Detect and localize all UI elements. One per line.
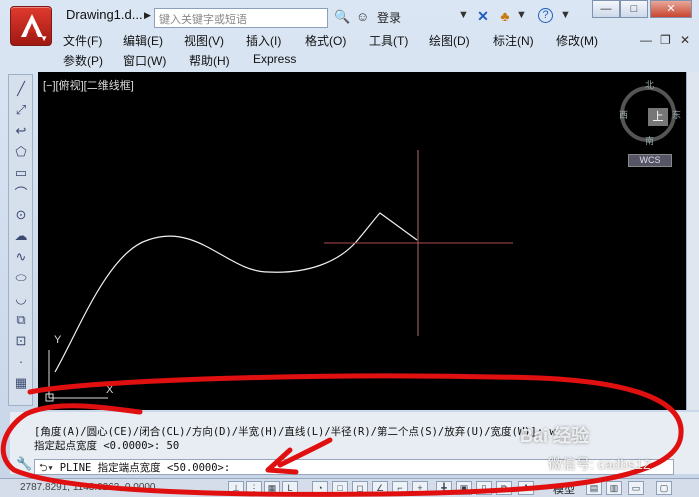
selection-cycling-icon[interactable]: ⧉ bbox=[496, 481, 512, 495]
compass-south[interactable]: 南 bbox=[645, 134, 654, 147]
construction-line-icon[interactable]: ⤢ bbox=[11, 100, 31, 120]
polygon-icon[interactable]: ⬠ bbox=[11, 142, 31, 162]
transparency-icon[interactable]: ▣ bbox=[456, 481, 472, 495]
line-tool-icon[interactable]: ╱ bbox=[11, 79, 31, 99]
spline-icon[interactable]: ∿ bbox=[11, 247, 31, 267]
polyline-curve[interactable] bbox=[54, 212, 418, 373]
insert-block-icon[interactable]: ⧉ bbox=[11, 310, 31, 330]
baidu-watermark: Bai 经验 bbox=[520, 426, 590, 446]
object-snap-tracking-icon[interactable]: ∠ bbox=[372, 481, 388, 495]
login-button[interactable]: 登录 bbox=[377, 9, 401, 26]
maximize-button[interactable]: □ bbox=[620, 0, 648, 18]
vertical-scrollbar[interactable] bbox=[686, 72, 699, 410]
menu-tools[interactable]: 工具(T) bbox=[369, 32, 408, 49]
drawing-canvas[interactable]: [−][俯视][二维线框] 北 南 东 西 上 WCS Y X bbox=[38, 72, 686, 410]
ortho-mode-icon[interactable]: L bbox=[282, 481, 298, 495]
doc-minimize-button[interactable]: — bbox=[640, 33, 652, 47]
close-button[interactable]: ✕ bbox=[650, 0, 692, 18]
status-bar: 2787.8291, 1143.0263, 0.0000 ⊥ ⋮ ▦ L ◔ □… bbox=[0, 478, 699, 497]
draw-toolbar: ╱ ⤢ ↩ ⬠ ▭ ⌒ ⊙ ☁ ∿ ⬭ ◡ ⧉ ⊡ · ▦ bbox=[8, 74, 33, 406]
viewcube-top-face[interactable]: 上 bbox=[648, 108, 668, 126]
document-title: Drawing1.d... bbox=[66, 7, 143, 22]
menu-express[interactable]: Express bbox=[253, 52, 296, 66]
user-icon[interactable]: ☺ bbox=[356, 9, 369, 24]
object-snap-icon[interactable]: □ bbox=[332, 481, 348, 495]
doc-close-button[interactable]: ✕ bbox=[680, 33, 690, 47]
wrench-icon[interactable]: 🔧 bbox=[16, 456, 32, 472]
circle-icon[interactable]: ⊙ bbox=[11, 205, 31, 225]
command-prompt: PLINE 指定端点宽度 <50.0000>: bbox=[59, 462, 231, 474]
revision-cloud-icon[interactable]: ☁ bbox=[11, 226, 31, 246]
dynamic-input-icon[interactable]: + bbox=[412, 481, 428, 495]
layout-icon[interactable]: ▤ bbox=[586, 481, 602, 495]
model-space-button[interactable]: 模型 bbox=[553, 481, 575, 497]
fullscreen-icon[interactable]: ▢ bbox=[656, 481, 672, 495]
application-menu-button[interactable]: ▼ bbox=[10, 6, 52, 46]
chevron-down-icon: ▼ bbox=[40, 34, 48, 43]
cursor-coordinates[interactable]: 2787.8291, 1143.0263, 0.0000 bbox=[20, 482, 156, 493]
menu-insert[interactable]: 插入(I) bbox=[246, 32, 281, 49]
menu-bar: 文件(F) 编辑(E) 视图(V) 插入(I) 格式(O) 工具(T) 绘图(D… bbox=[58, 30, 699, 68]
snap-mode-icon[interactable]: ⋮ bbox=[246, 481, 262, 495]
rectangle-icon[interactable]: ▭ bbox=[11, 163, 31, 183]
menu-edit[interactable]: 编辑(E) bbox=[123, 32, 163, 49]
quick-properties-icon[interactable]: ▯ bbox=[476, 481, 492, 495]
menu-format[interactable]: 格式(O) bbox=[305, 32, 346, 49]
search-input[interactable]: 键入关键字或短语 bbox=[154, 8, 328, 28]
ucs-x-label: X bbox=[106, 384, 114, 396]
menu-draw[interactable]: 绘图(D) bbox=[429, 32, 470, 49]
annotation-monitor-icon[interactable]: ✚ bbox=[518, 481, 534, 495]
menu-dimension[interactable]: 标注(N) bbox=[493, 32, 534, 49]
minimize-button[interactable]: — bbox=[592, 0, 620, 18]
login-dropdown-icon[interactable]: ▼ bbox=[458, 9, 469, 21]
compass-east[interactable]: 东 bbox=[672, 108, 681, 121]
subscription-icon[interactable]: ♣ bbox=[496, 8, 514, 24]
compass-north[interactable]: 北 bbox=[645, 78, 654, 91]
menu-help[interactable]: 帮助(H) bbox=[189, 52, 230, 69]
annotation-scale-icon[interactable]: ▥ bbox=[606, 481, 622, 495]
infer-constraints-icon[interactable]: ⊥ bbox=[228, 481, 244, 495]
autocad-window: ▼ Drawing1.d... ▶ 键入关键字或短语 🔍 ☺ 登录 ▼ ✕ ♣ … bbox=[0, 0, 699, 497]
menu-parametric[interactable]: 参数(P) bbox=[63, 52, 103, 69]
binoculars-icon[interactable]: 🔍 bbox=[334, 9, 350, 25]
menu-window[interactable]: 窗口(W) bbox=[123, 52, 166, 69]
polar-tracking-icon[interactable]: ◔ bbox=[312, 481, 328, 495]
polyline-icon[interactable]: ↩ bbox=[11, 121, 31, 141]
help-dropdown-icon[interactable]: ▼ bbox=[560, 9, 571, 21]
ellipse-icon[interactable]: ⬭ bbox=[11, 268, 31, 288]
recent-commands-icon[interactable]: ⮌▾ bbox=[39, 462, 54, 474]
subscription-dropdown-icon[interactable]: ▼ bbox=[516, 9, 527, 21]
wechat-watermark: 微信号: cadbs12 bbox=[548, 456, 651, 472]
drawing-geometry bbox=[45, 86, 676, 402]
doc-restore-button[interactable]: ❐ bbox=[660, 33, 671, 47]
make-block-icon[interactable]: ⊡ bbox=[11, 331, 31, 351]
help-icon[interactable]: ? bbox=[538, 8, 553, 23]
menu-file[interactable]: 文件(F) bbox=[63, 32, 102, 49]
command-history-line-2: 指定起点宽度 <0.0000>: 50 bbox=[34, 440, 180, 452]
lineweight-icon[interactable]: ╋ bbox=[436, 481, 452, 495]
title-bar: ▼ Drawing1.d... ▶ 键入关键字或短语 🔍 ☺ 登录 ▼ ✕ ♣ … bbox=[0, 0, 699, 46]
expand-arrow-icon[interactable]: ▶ bbox=[144, 10, 152, 22]
command-history-line-1: [角度(A)/圆心(CE)/闭合(CL)/方向(D)/半宽(H)/直线(L)/半… bbox=[34, 426, 556, 438]
arc-icon[interactable]: ⌒ bbox=[11, 184, 31, 204]
3d-object-snap-icon[interactable]: ◻ bbox=[352, 481, 368, 495]
ellipse-arc-icon[interactable]: ◡ bbox=[11, 289, 31, 309]
ucs-y-label: Y bbox=[54, 334, 62, 346]
menu-modify[interactable]: 修改(M) bbox=[556, 32, 598, 49]
menu-view[interactable]: 视图(V) bbox=[184, 32, 224, 49]
grid-display-icon[interactable]: ▦ bbox=[264, 481, 280, 495]
workspace-icon[interactable]: ▭ bbox=[628, 481, 644, 495]
point-icon[interactable]: · bbox=[11, 352, 31, 372]
hatch-icon[interactable]: ▦ bbox=[11, 373, 31, 393]
dynamic-ucs-icon[interactable]: ⌐ bbox=[392, 481, 408, 495]
wcs-menu[interactable]: WCS bbox=[628, 154, 672, 167]
exchange-icon[interactable]: ✕ bbox=[474, 8, 492, 24]
compass-west[interactable]: 西 bbox=[619, 108, 628, 121]
